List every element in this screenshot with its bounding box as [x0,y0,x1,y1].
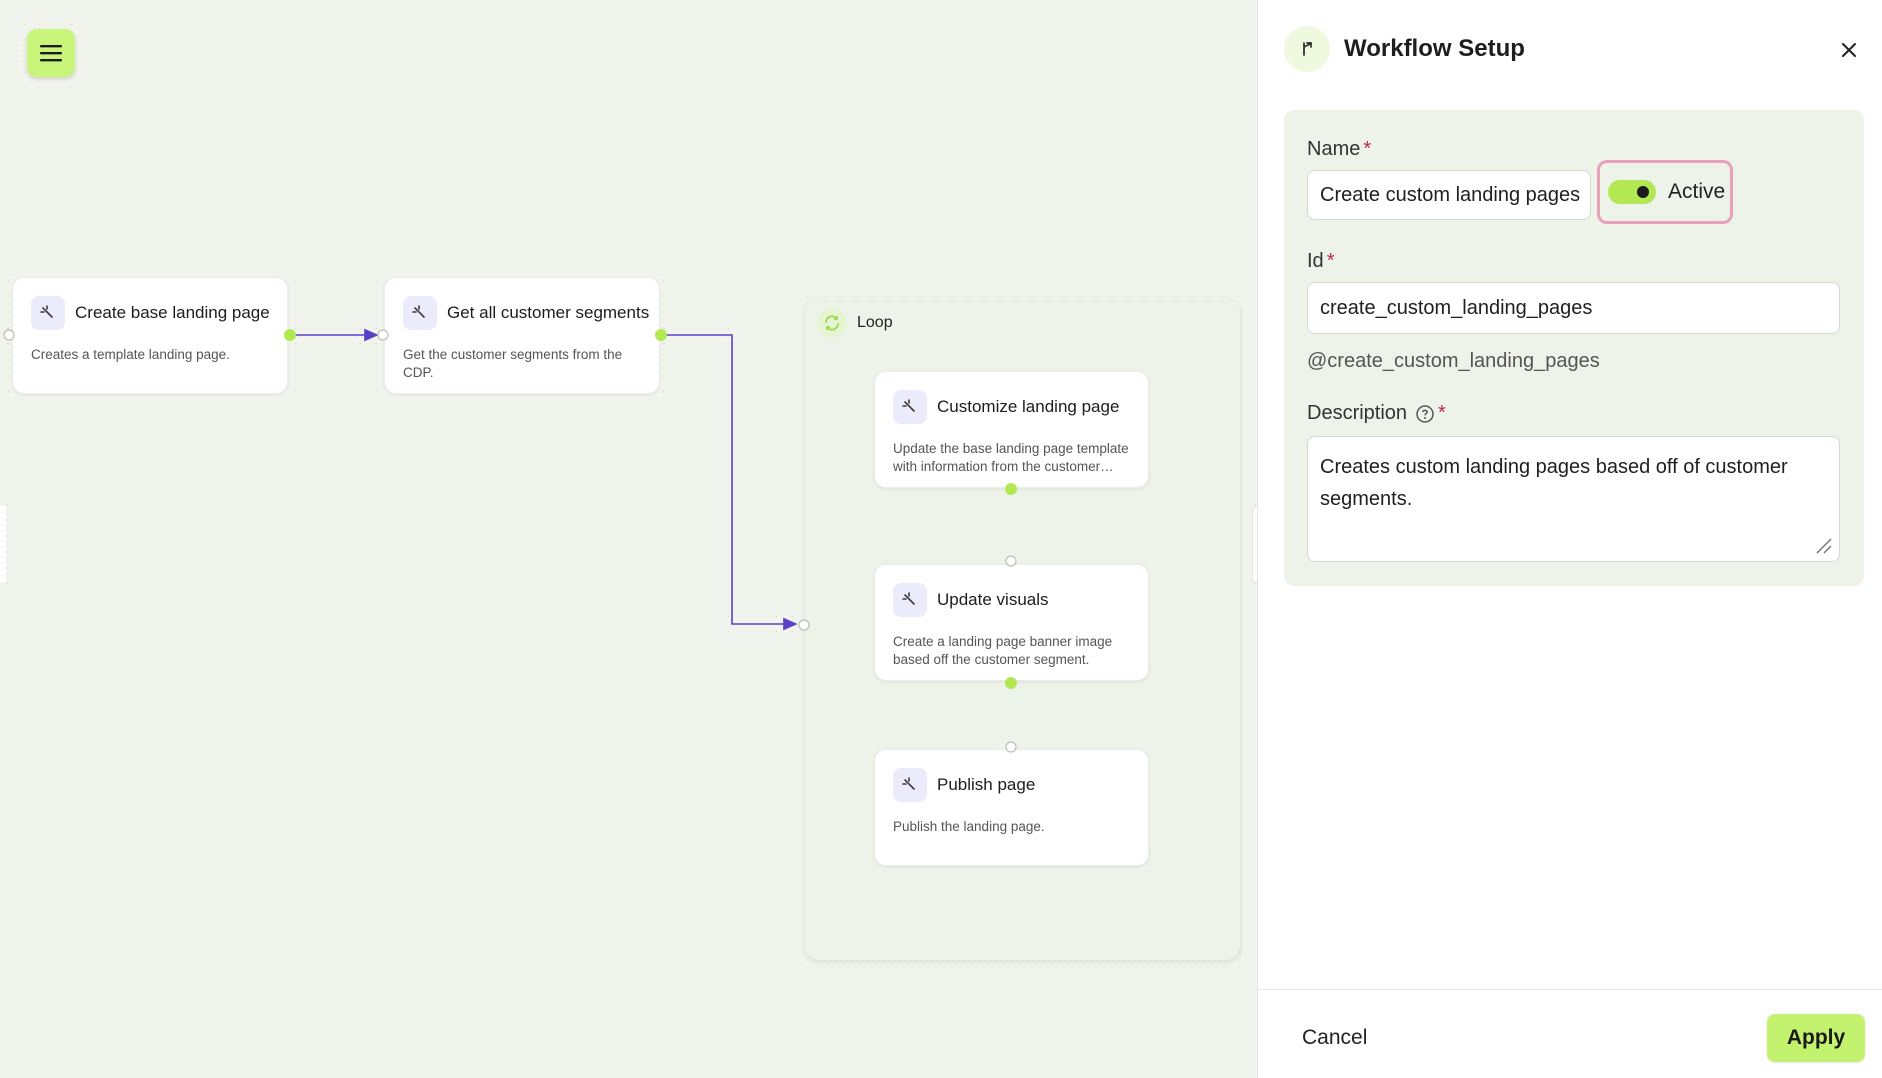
name-label: Name * [1307,138,1372,160]
resize-grip-icon[interactable] [1813,535,1833,555]
loop-icon [817,308,847,338]
node-get-all-customer-segments[interactable]: Get all customer segments Get the custom… [384,277,660,394]
required-mark: * [1363,138,1372,160]
node-description: Get the customer segments from the CDP. [403,347,623,380]
toggle-knob [1637,186,1649,198]
loop-label: Loop [857,314,893,331]
hamburger-icon [40,45,62,62]
node-publish-page[interactable]: Publish page Publish the landing page. [874,749,1149,866]
description-field[interactable]: Creates custom landing pages based off o… [1307,436,1840,562]
active-toggle-label: Active [1668,180,1726,203]
magic-wand-icon [403,296,437,330]
node-customize-landing-page[interactable]: Customize landing page Update the base l… [874,371,1149,488]
magic-wand-icon [893,768,927,802]
workflow-branch-icon [1284,26,1330,72]
edge-segments-to-loop [661,334,798,631]
node-title: Get all customer segments [447,303,650,322]
help-icon[interactable] [1415,404,1435,424]
magic-wand-icon [31,296,65,330]
node-description: Publish the landing page. [893,819,1045,834]
description-label: Description * [1307,402,1446,424]
workflow-form: Name * Create custom landing pages Active… [1284,110,1864,586]
workflow-canvas[interactable]: Create base landing page Creates a templ… [0,0,1256,1078]
workflow-setup-panel: Workflow Setup Name * Create custom landi… [1257,0,1882,1078]
id-field[interactable]: create_custom_landing_pages [1307,282,1840,334]
magic-wand-icon [893,390,927,424]
menu-button[interactable] [27,29,75,77]
id-label: Id * [1307,250,1335,272]
panel-footer: Cancel Apply [1258,989,1882,1078]
left-resize-handle[interactable] [0,506,6,582]
apply-button[interactable]: Apply [1767,1014,1865,1062]
node-title: Create base landing page [75,303,270,322]
required-mark: * [1326,250,1335,272]
close-button[interactable] [1835,36,1863,64]
node-description: Create a landing page banner image based… [893,634,1113,667]
node-title: Customize landing page [937,397,1120,416]
close-icon [1842,43,1856,57]
node-update-visuals[interactable]: Update visuals Create a landing page ban… [874,564,1149,681]
cancel-button[interactable]: Cancel [1302,1026,1367,1050]
magic-wand-icon [893,583,927,617]
required-mark: * [1438,402,1446,424]
active-toggle[interactable] [1608,180,1656,204]
panel-title: Workflow Setup [1344,35,1525,62]
workflow-handle: @create_custom_landing_pages [1307,350,1600,372]
node-create-base-landing-page[interactable]: Create base landing page Creates a templ… [12,277,288,394]
name-field[interactable]: Create custom landing pages [1307,170,1591,220]
node-description: Update the base landing page template wi… [893,441,1129,474]
node-description: Creates a template landing page. [31,347,230,362]
active-toggle-group[interactable]: Active [1597,160,1733,224]
node-title: Update visuals [937,590,1049,609]
node-title: Publish page [937,775,1036,794]
